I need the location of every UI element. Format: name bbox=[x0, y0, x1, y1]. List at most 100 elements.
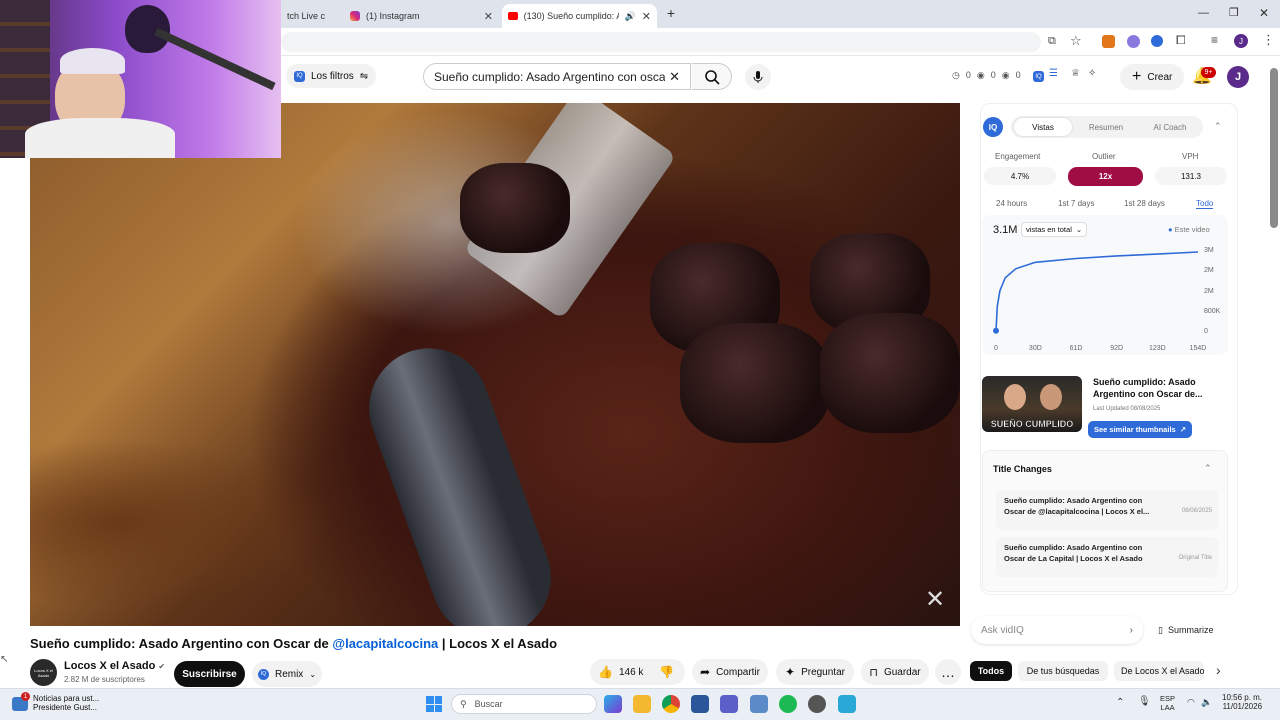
chip-all[interactable]: Todos bbox=[970, 661, 1012, 681]
speaker-icon[interactable]: 🔊 bbox=[625, 11, 636, 22]
news-widget[interactable]: Noticias para ust... Presidente Gust... bbox=[33, 694, 99, 712]
vidiq-extension-icon[interactable] bbox=[1151, 35, 1163, 47]
scrollbar-thumb[interactable] bbox=[1270, 68, 1278, 228]
x-tick-label: 61D bbox=[1070, 345, 1083, 352]
vidiq-stats[interactable]: ◷ 0 ◉ 0 ◉ 0 bbox=[952, 70, 1021, 81]
puzzle-icon[interactable]: ⧠ bbox=[1176, 33, 1186, 48]
external-link-icon: ↗ bbox=[1179, 425, 1186, 434]
tab-youtube[interactable]: (130) Sueño cumplido: Asa 🔊 ✕ bbox=[502, 4, 657, 28]
tab-resumen[interactable]: Resumen bbox=[1078, 118, 1134, 136]
chevron-up-icon[interactable]: ⌃ bbox=[1204, 463, 1212, 474]
similar-thumbnails-button[interactable]: See similar thumbnails ↗ bbox=[1088, 421, 1192, 438]
ask-button[interactable]: ✦ Preguntar bbox=[776, 659, 854, 685]
instagram-icon bbox=[350, 11, 360, 21]
taskbar-search[interactable]: ⚲ Buscar bbox=[451, 694, 597, 714]
teams-icon[interactable] bbox=[720, 695, 738, 713]
media-icon[interactable]: ≡ bbox=[1211, 33, 1218, 47]
create-button[interactable]: + Crear bbox=[1120, 64, 1185, 90]
range-28d[interactable]: 1st 28 days bbox=[1124, 199, 1165, 208]
profile-avatar[interactable]: J bbox=[1234, 34, 1248, 48]
tab-twitch[interactable]: tch Live c bbox=[281, 4, 341, 28]
voice-search-button[interactable] bbox=[745, 64, 771, 90]
plus-icon[interactable]: + bbox=[664, 5, 678, 21]
extension-icon[interactable] bbox=[1127, 35, 1140, 48]
legend-dot: ● bbox=[1168, 225, 1173, 234]
share-icon: ➦ bbox=[700, 665, 711, 679]
file-explorer-icon[interactable] bbox=[633, 695, 651, 713]
chevron-up-icon[interactable]: ⌃ bbox=[1214, 121, 1222, 132]
account-avatar[interactable]: J bbox=[1227, 66, 1249, 88]
mic-arm bbox=[154, 27, 276, 91]
wifi-icon[interactable]: ◠ bbox=[1187, 697, 1195, 708]
video-player[interactable]: ✕ bbox=[30, 103, 960, 626]
sparkle-icon: ✦ bbox=[785, 665, 796, 679]
metamask-icon[interactable] bbox=[1102, 35, 1115, 48]
app-icon[interactable] bbox=[750, 695, 768, 713]
minimize-icon[interactable]: — bbox=[1198, 7, 1209, 19]
app-icon[interactable] bbox=[808, 695, 826, 713]
filters-button[interactable]: IQ Los filtros ⇋ bbox=[286, 64, 377, 88]
copilot-icon[interactable] bbox=[604, 695, 622, 713]
windows-start-icon[interactable] bbox=[426, 696, 442, 712]
clock[interactable]: 10:56 p. m. 11/01/2026 bbox=[1222, 693, 1262, 711]
eye-icon: ◉ bbox=[976, 70, 985, 80]
remix-button[interactable]: IQ Remix ⌄ bbox=[252, 661, 322, 687]
close-overlay-icon[interactable]: ✕ bbox=[925, 585, 945, 614]
language-indicator[interactable]: ESP LAA bbox=[1160, 694, 1175, 712]
channel-avatar[interactable]: Locos X el Asado bbox=[30, 659, 57, 686]
restore-icon[interactable]: ❐ bbox=[1229, 6, 1239, 19]
chevron-down-icon: ⌄ bbox=[309, 669, 317, 679]
address-field[interactable] bbox=[281, 32, 1041, 52]
menu-kebab-icon[interactable]: ⋮ bbox=[1262, 32, 1275, 48]
channel-mention-link[interactable]: @lacapitalcocina bbox=[332, 636, 438, 651]
spotify-icon[interactable] bbox=[779, 695, 797, 713]
views-select[interactable]: vistas en total ⌄ bbox=[1021, 222, 1088, 237]
ask-vidiq-input[interactable]: Ask vidIQ › bbox=[971, 616, 1143, 644]
close-tab-icon[interactable]: ✕ bbox=[484, 10, 493, 23]
views-chart: 0 30D 61D 92D 123D 154D 3M 2M 2M 800K 0 bbox=[993, 247, 1221, 352]
clear-search-icon[interactable]: ✕ bbox=[669, 69, 680, 85]
tray-chevron-icon[interactable]: ⌃ bbox=[1116, 697, 1124, 708]
bookmark-star-icon[interactable]: ☆ bbox=[1070, 33, 1082, 49]
close-window-icon[interactable]: ✕ bbox=[1259, 6, 1269, 20]
thumbs-down-icon[interactable]: 👎 bbox=[659, 665, 674, 679]
range-7d[interactable]: 1st 7 days bbox=[1058, 199, 1094, 208]
microphone-icon[interactable]: 🎙 bbox=[1138, 696, 1151, 707]
tab-ai-coach[interactable]: AI Coach bbox=[1140, 118, 1200, 136]
volume-icon[interactable]: 🔈 bbox=[1201, 697, 1212, 708]
thumbs-up-icon[interactable]: 👍 bbox=[598, 665, 613, 679]
word-icon[interactable] bbox=[691, 695, 709, 713]
tab-vistas[interactable]: Vistas bbox=[1014, 118, 1072, 136]
range-24h[interactable]: 24 hours bbox=[996, 199, 1027, 208]
title-change-item: Sueño cumplido: Asado Argentino con Osca… bbox=[996, 490, 1218, 530]
video-thumbnail[interactable]: SUEÑO CUMPLIDO bbox=[982, 376, 1082, 432]
save-button[interactable]: ⊓ Guardar bbox=[861, 659, 929, 685]
search-input[interactable]: Sueño cumplido: Asado Argentino con osca… bbox=[423, 63, 691, 90]
search-button[interactable] bbox=[692, 63, 732, 90]
close-tab-icon[interactable]: ✕ bbox=[642, 10, 651, 23]
more-actions-button[interactable]: … bbox=[935, 659, 961, 685]
lightbulb-icon[interactable]: ✧ bbox=[1088, 68, 1096, 79]
chip-channel[interactable]: De Locos X el Asado bbox=[1114, 661, 1204, 681]
chip-searches[interactable]: De tus búsquedas bbox=[1018, 661, 1108, 681]
chrome-icon[interactable] bbox=[662, 695, 680, 713]
cast-icon[interactable]: ⧉ bbox=[1048, 35, 1056, 48]
list-icon[interactable]: ☰ bbox=[1049, 68, 1058, 79]
like-dislike-group: 👍 146 k 👎 bbox=[590, 659, 685, 685]
engagement-label: Engagement bbox=[995, 152, 1041, 161]
vidiq-icon: IQ bbox=[257, 668, 269, 680]
range-all[interactable]: Todo bbox=[1196, 199, 1214, 209]
x-tick-label: 154D bbox=[1190, 345, 1207, 352]
chevron-right-icon[interactable]: › bbox=[1216, 662, 1221, 678]
engagement-value: 4.7% bbox=[984, 167, 1056, 185]
summarize-button[interactable]: ▯ Summarize bbox=[1158, 625, 1213, 636]
sliders-icon: ⇋ bbox=[359, 70, 369, 82]
trophy-icon[interactable]: ♕ bbox=[1071, 68, 1080, 79]
share-button[interactable]: ➦ Compartir bbox=[692, 659, 768, 685]
channel-name[interactable]: Locos X el Asado ✔ bbox=[64, 660, 165, 672]
tab-instagram[interactable]: (1) Instagram ✕ bbox=[344, 4, 499, 28]
subscribe-button[interactable]: Suscribirse bbox=[174, 661, 245, 687]
outlier-value: 12x bbox=[1068, 167, 1143, 186]
app-icon[interactable] bbox=[838, 695, 856, 713]
vidiq-icon[interactable]: IQ bbox=[1033, 71, 1044, 82]
